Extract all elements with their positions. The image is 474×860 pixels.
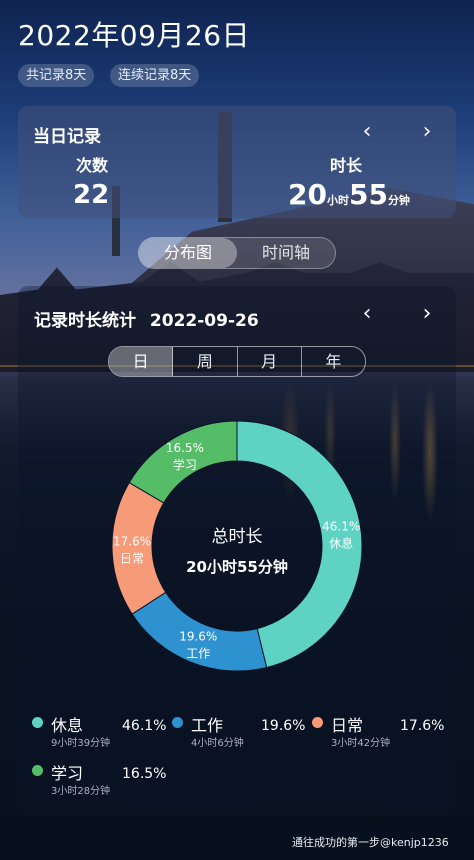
slice-name-label: 工作 [186, 647, 210, 661]
watermark: 通往成功的第一步@kenjp1236 [292, 836, 449, 849]
chart-center-title: 总时长 [212, 527, 263, 547]
legend-name: 休息 [51, 716, 84, 735]
legend-percent: 46.1% [122, 718, 167, 734]
slice-name-label: 学习 [173, 457, 197, 472]
legend-name: 日常 [331, 716, 364, 735]
legend-dot [32, 717, 43, 728]
chart-center-value: 20小时55分钟 [186, 558, 288, 576]
legend-duration: 4小时6分钟 [191, 738, 244, 749]
slice-name-label: 休息 [329, 535, 353, 550]
donut-slice-2[interactable] [111, 481, 167, 615]
legend-name: 工作 [191, 716, 224, 735]
slice-percent-label: 16.5% [166, 441, 204, 455]
legend-dot [32, 765, 43, 776]
slice-percent-label: 19.6% [179, 630, 217, 644]
legend-percent: 17.6% [400, 718, 445, 734]
slice-percent-label: 46.1% [322, 519, 360, 533]
legend-duration: 3小时28分钟 [51, 786, 111, 797]
slice-name-label: 日常 [120, 551, 144, 565]
legend-percent: 19.6% [261, 718, 306, 734]
legend-percent: 16.5% [122, 766, 167, 782]
legend-name: 学习 [51, 764, 84, 783]
legend-dot [312, 717, 323, 728]
legend-duration: 9小时39分钟 [51, 738, 111, 749]
legend-duration: 3小时42分钟 [331, 738, 391, 749]
legend-dot [172, 717, 183, 728]
slice-percent-label: 17.6% [113, 534, 151, 548]
